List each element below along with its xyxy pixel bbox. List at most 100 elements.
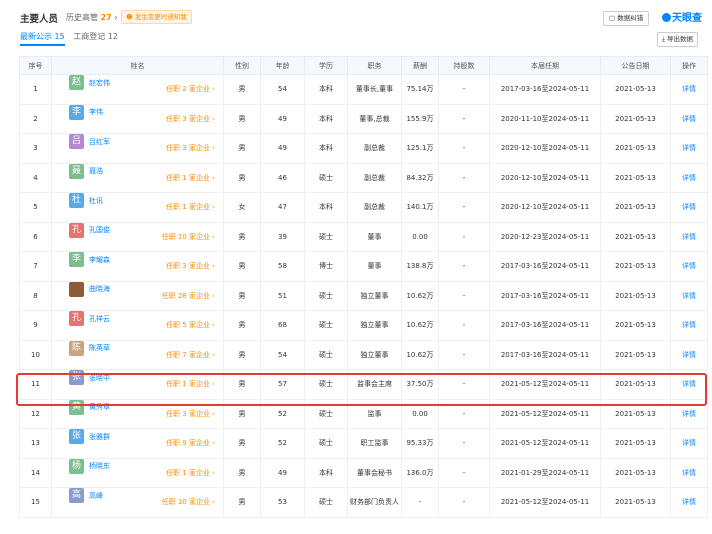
- avatar[interactable]: 张: [69, 429, 84, 445]
- person-name-link[interactable]: 孔国俊: [89, 226, 110, 234]
- age-cell: 52: [260, 428, 305, 459]
- affiliated-companies-link[interactable]: 任职 7 家企业 ›: [166, 341, 215, 369]
- data-correction-button[interactable]: ▢ 数据纠错: [603, 11, 650, 26]
- affiliated-companies-link[interactable]: 任职 1 家企业 ›: [166, 164, 215, 192]
- details-link[interactable]: 详情: [682, 469, 696, 477]
- person-cell: 张张晓中 任职 1 家企业 ›: [51, 369, 224, 400]
- avatar[interactable]: 杜: [69, 193, 84, 209]
- term-cell: 2020-12-10至2024-05-11: [489, 192, 601, 223]
- person-name-link[interactable]: 赵宏伟: [89, 79, 110, 87]
- avatar[interactable]: 黄: [69, 399, 84, 415]
- person-name-link[interactable]: 高峰: [89, 492, 103, 500]
- change-notify-button[interactable]: ☻ 发生变更时通知我: [121, 10, 192, 24]
- details-link[interactable]: 详情: [682, 144, 696, 152]
- salary-cell: 140.1万: [401, 192, 439, 223]
- details-link[interactable]: 详情: [682, 203, 696, 211]
- avatar[interactable]: 李: [69, 104, 84, 120]
- person-cell: 李李耀森 任职 3 家企业 ›: [51, 251, 224, 282]
- avatar[interactable]: 赵: [69, 75, 84, 91]
- details-link[interactable]: 详情: [682, 174, 696, 182]
- avatar[interactable]: 高: [69, 488, 84, 504]
- salary-cell: 10.62万: [401, 280, 439, 311]
- affiliated-companies-link[interactable]: 任职 9 家企业 ›: [166, 429, 215, 457]
- person-name-link[interactable]: 黄秀章: [89, 403, 110, 411]
- details-link[interactable]: 详情: [682, 498, 696, 506]
- column-header: 薪酬: [401, 56, 439, 75]
- history-executives-link[interactable]: 历史高管 27 ›: [66, 12, 117, 23]
- avatar[interactable]: 孔: [69, 311, 84, 327]
- avatar[interactable]: 吕: [69, 134, 84, 150]
- education-cell: 本科: [304, 457, 348, 488]
- person-name-link[interactable]: 李伟: [89, 108, 103, 116]
- details-link[interactable]: 详情: [682, 380, 696, 388]
- person-name-link[interactable]: 杨晓东: [89, 462, 110, 470]
- affiliated-companies-link[interactable]: 任职 1 家企业 ›: [166, 459, 215, 487]
- avatar[interactable]: 陈: [69, 340, 84, 356]
- education-cell: 硕士: [304, 280, 348, 311]
- salary-cell: 84.32万: [401, 162, 439, 193]
- shares-cell: -: [438, 221, 490, 252]
- affiliated-companies-link[interactable]: 任职 3 家企业 ›: [166, 134, 215, 162]
- details-link[interactable]: 详情: [682, 439, 696, 447]
- details-link[interactable]: 详情: [682, 233, 696, 241]
- document-icon: ▢: [609, 14, 616, 22]
- subtabs: 最新公示 15 工商登记 12: [20, 31, 124, 46]
- person-name-link[interactable]: 李耀森: [89, 256, 110, 264]
- row-number: 14: [19, 457, 52, 488]
- shares-cell: -: [438, 457, 490, 488]
- person-name-link[interactable]: 吕红军: [89, 138, 110, 146]
- avatar[interactable]: [69, 281, 84, 297]
- affiliated-companies-link[interactable]: 任职 3 家企业 ›: [166, 105, 215, 133]
- affiliated-companies-link[interactable]: 任职 3 家企业 ›: [166, 400, 215, 428]
- position-text: 独立董事: [360, 321, 389, 330]
- affiliated-companies-link[interactable]: 任职 1 家企业 ›: [166, 370, 215, 398]
- person-name-link[interactable]: 张雅群: [89, 433, 110, 441]
- details-link[interactable]: 详情: [682, 292, 696, 300]
- details-link[interactable]: 详情: [682, 410, 696, 418]
- affiliated-companies-link[interactable]: 任职 10 家企业 ›: [162, 488, 215, 516]
- term-cell: 2020-12-10至2024-05-11: [489, 133, 601, 164]
- avatar[interactable]: 杨: [69, 458, 84, 474]
- affiliated-companies-link[interactable]: 任职 28 家企业 ›: [162, 282, 215, 310]
- avatar[interactable]: 聂: [69, 163, 84, 179]
- person-name-link[interactable]: 陈英草: [89, 344, 110, 352]
- affiliated-companies-link[interactable]: 任职 10 家企业 ›: [162, 223, 215, 251]
- row-number: 6: [19, 221, 52, 252]
- details-link[interactable]: 详情: [682, 351, 696, 359]
- position-text: 独立董事: [360, 350, 389, 359]
- table-row: 9 孔孔祥云 任职 5 家企业 › 男 68 硕士 独立董事 10.62万 -2017-03-1…: [19, 310, 708, 341]
- details-link[interactable]: 详情: [682, 321, 696, 329]
- gender-cell: 男: [223, 487, 261, 518]
- tab-business-registration[interactable]: 工商登记 12: [73, 31, 118, 42]
- person-name-link[interactable]: 聂浩: [89, 167, 103, 175]
- salary-cell: 155.9万: [401, 103, 439, 134]
- details-link[interactable]: 详情: [682, 85, 696, 93]
- announce-date-cell: 2021-05-13: [600, 74, 671, 105]
- person-name-link[interactable]: 张晓中: [89, 374, 110, 382]
- table-row: 14 杨杨晓东 任职 1 家企业 › 男 49 本科 董事会秘书 136.0万 -2021-01…: [19, 457, 708, 488]
- avatar[interactable]: 李: [69, 252, 84, 268]
- details-link[interactable]: 详情: [682, 262, 696, 270]
- shares-cell: -: [438, 428, 490, 459]
- action-cell: 详情: [670, 398, 708, 429]
- table-row: 12 黄黄秀章 任职 3 家企业 › 男 52 硕士 监事 0.00-2021-05-12至2…: [19, 398, 708, 429]
- person-name-link[interactable]: 曲晓海: [89, 285, 110, 293]
- export-data-button[interactable]: ⤓ 导出数据: [657, 32, 698, 47]
- term-cell: 2021-01-29至2024-05-11: [489, 457, 601, 488]
- details-link[interactable]: 详情: [682, 115, 696, 123]
- salary-cell: 75.14万: [401, 74, 439, 105]
- affiliated-companies-link[interactable]: 任职 5 家企业 ›: [166, 311, 215, 339]
- avatar[interactable]: 张: [69, 370, 84, 386]
- person-name-link[interactable]: 杜讯: [89, 197, 103, 205]
- avatar[interactable]: 孔: [69, 222, 84, 238]
- table-row: 11 张张晓中 任职 1 家企业 › 男 57 硕士 监事会主席 37.50万 -2021-05…: [19, 369, 708, 400]
- affiliated-companies-link[interactable]: 任职 2 家企业 ›: [166, 75, 215, 103]
- position-text: 副总裁: [364, 203, 385, 212]
- person-name-link[interactable]: 孔祥云: [89, 315, 110, 323]
- affiliated-companies-link[interactable]: 任职 3 家企业 ›: [166, 252, 215, 280]
- tab-latest-announcement[interactable]: 最新公示 15: [20, 31, 65, 46]
- position-cell: 财务部门负责人: [347, 487, 402, 518]
- action-cell: 详情: [670, 487, 708, 518]
- affiliated-companies-link[interactable]: 任职 1 家企业 ›: [166, 193, 215, 221]
- education-cell: 硕士: [304, 487, 348, 518]
